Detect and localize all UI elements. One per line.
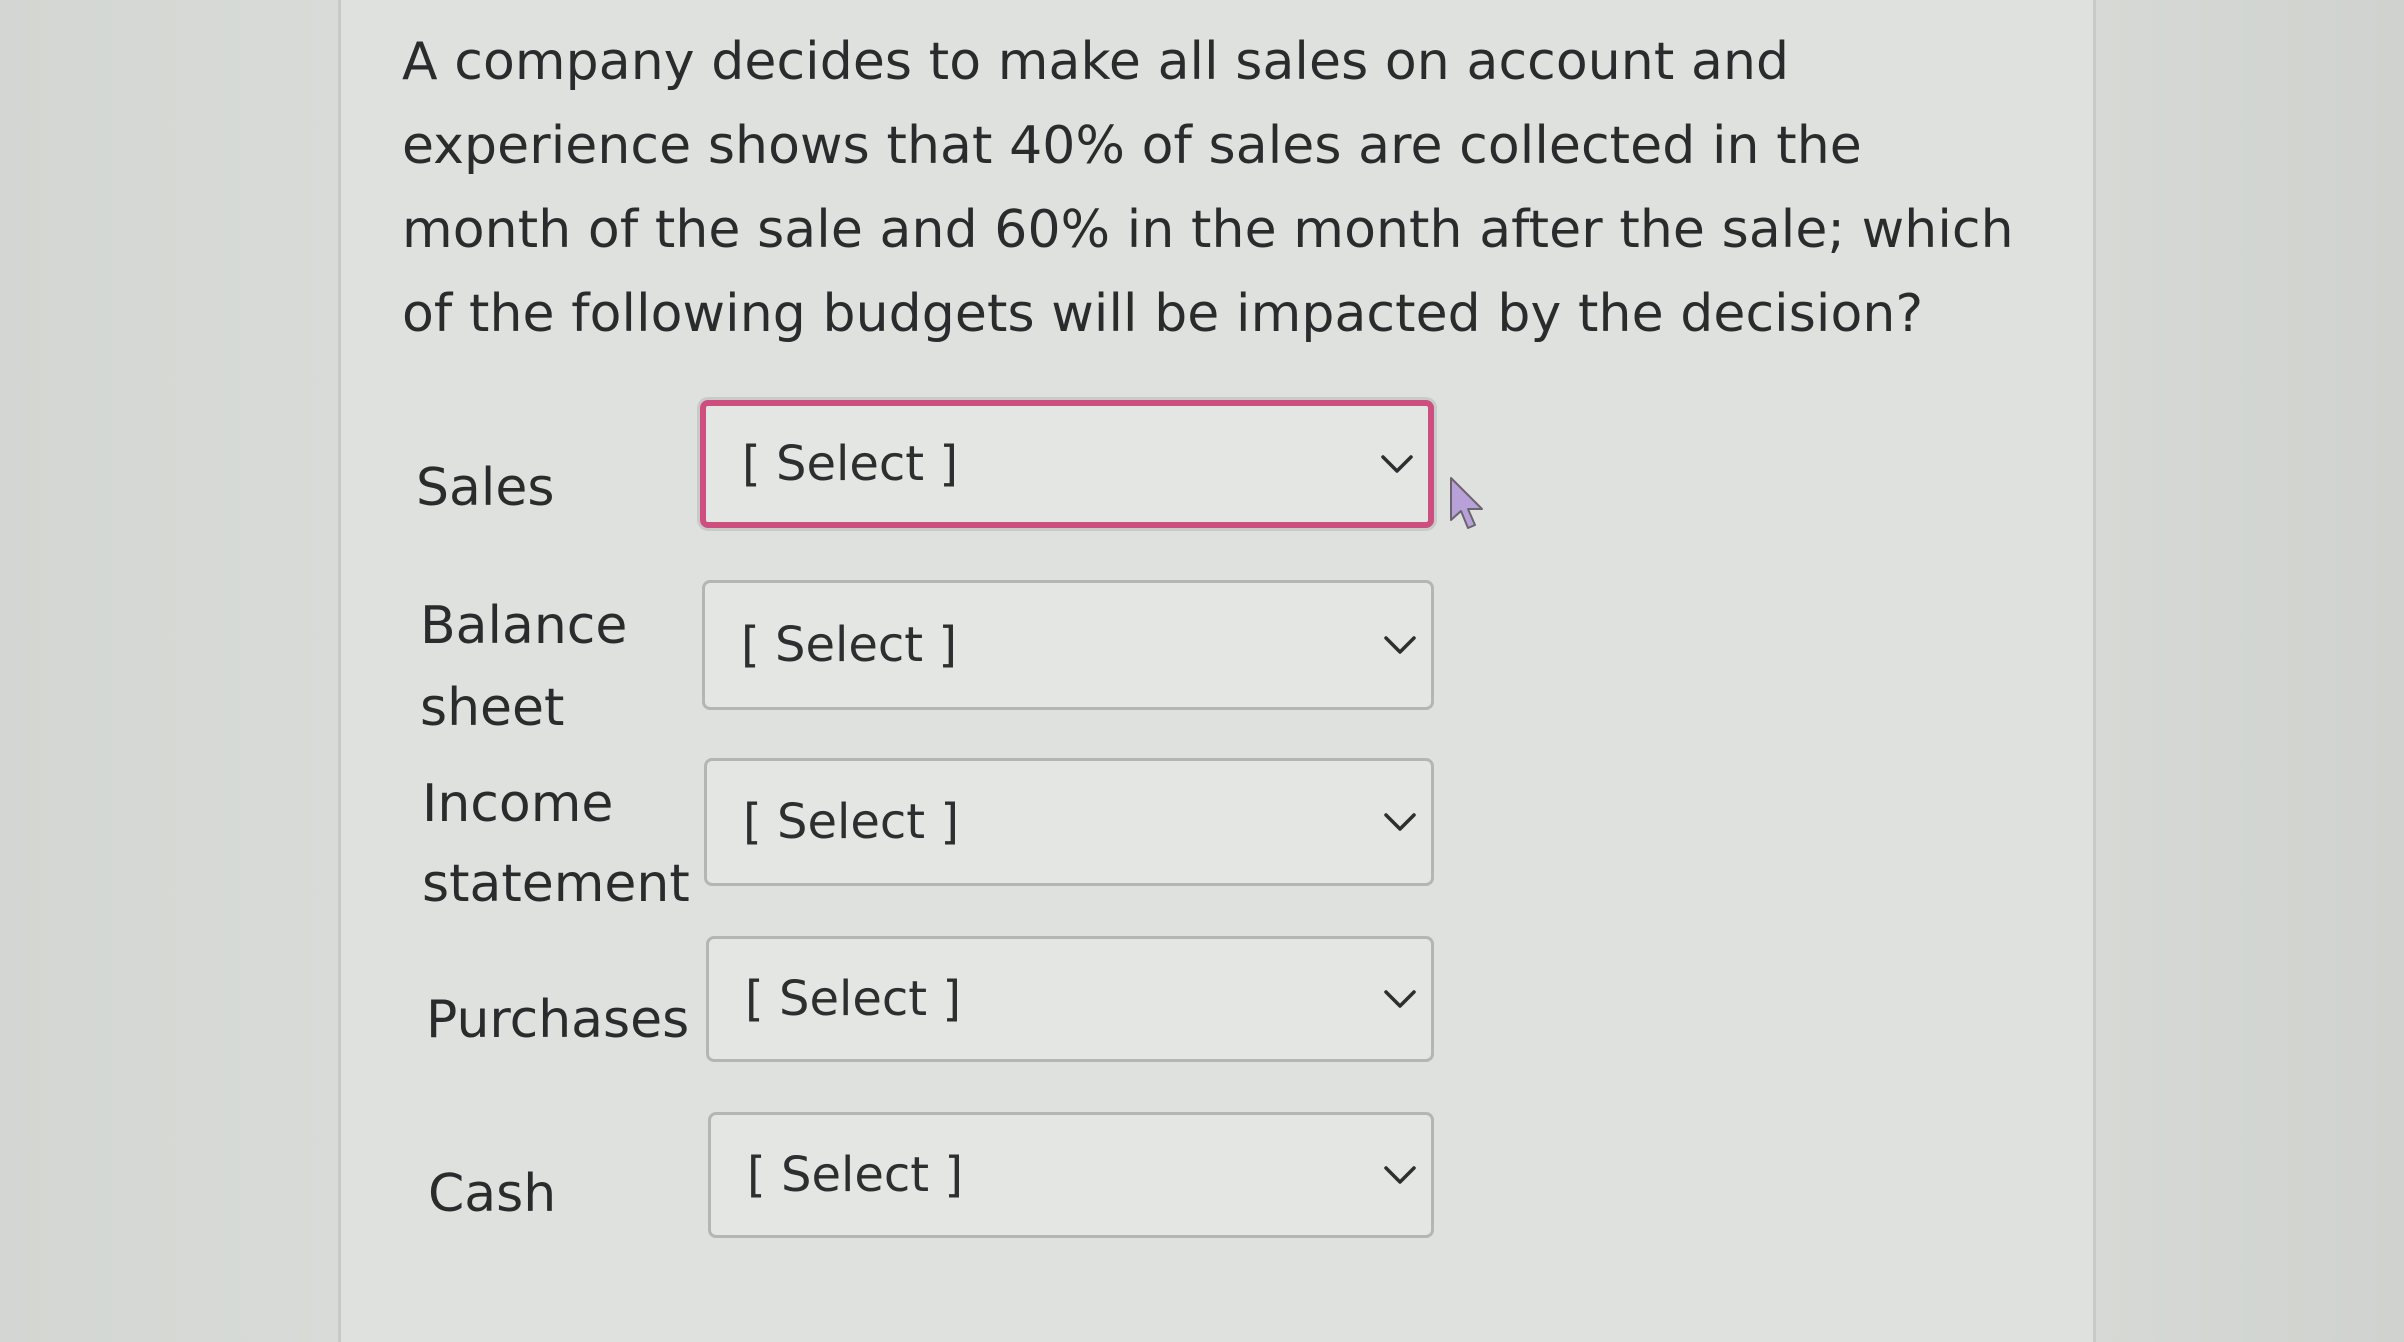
- chevron-down-icon: [1384, 1166, 1416, 1184]
- income-statement-select[interactable]: [ Select ]: [704, 758, 1434, 886]
- chevron-down-icon: [1384, 990, 1416, 1008]
- row-label-cash: Cash: [428, 1164, 557, 1224]
- row-label-income-statement-line1: Income: [422, 774, 614, 834]
- right-gutter: [2096, 0, 2404, 1342]
- sales-select[interactable]: [ Select ]: [700, 400, 1434, 528]
- page-background: A company decides to make all sales on a…: [0, 0, 2404, 1342]
- cash-select[interactable]: [ Select ]: [708, 1112, 1434, 1238]
- purchases-select[interactable]: [ Select ]: [706, 936, 1434, 1062]
- chevron-down-icon: [1384, 636, 1416, 654]
- row-label-balance-sheet-line2: sheet: [420, 678, 565, 738]
- income-statement-select-value: [ Select ]: [743, 794, 960, 850]
- question-text: A company decides to make all sales on a…: [402, 32, 2014, 344]
- balance-sheet-select-value: [ Select ]: [741, 617, 958, 673]
- row-label-sales: Sales: [416, 458, 555, 518]
- mouse-cursor-icon: [1450, 477, 1483, 529]
- row-label-purchases: Purchases: [426, 990, 690, 1050]
- chevron-down-icon: [1381, 455, 1413, 473]
- purchases-select-value: [ Select ]: [745, 971, 962, 1027]
- row-label-balance-sheet-line1: Balance: [420, 596, 628, 656]
- chevron-down-icon: [1384, 813, 1416, 831]
- balance-sheet-select[interactable]: [ Select ]: [702, 580, 1434, 710]
- sales-select-value: [ Select ]: [742, 436, 959, 492]
- left-gutter: [0, 0, 338, 1342]
- cash-select-value: [ Select ]: [747, 1147, 964, 1203]
- row-label-income-statement-line2: statement: [422, 854, 690, 914]
